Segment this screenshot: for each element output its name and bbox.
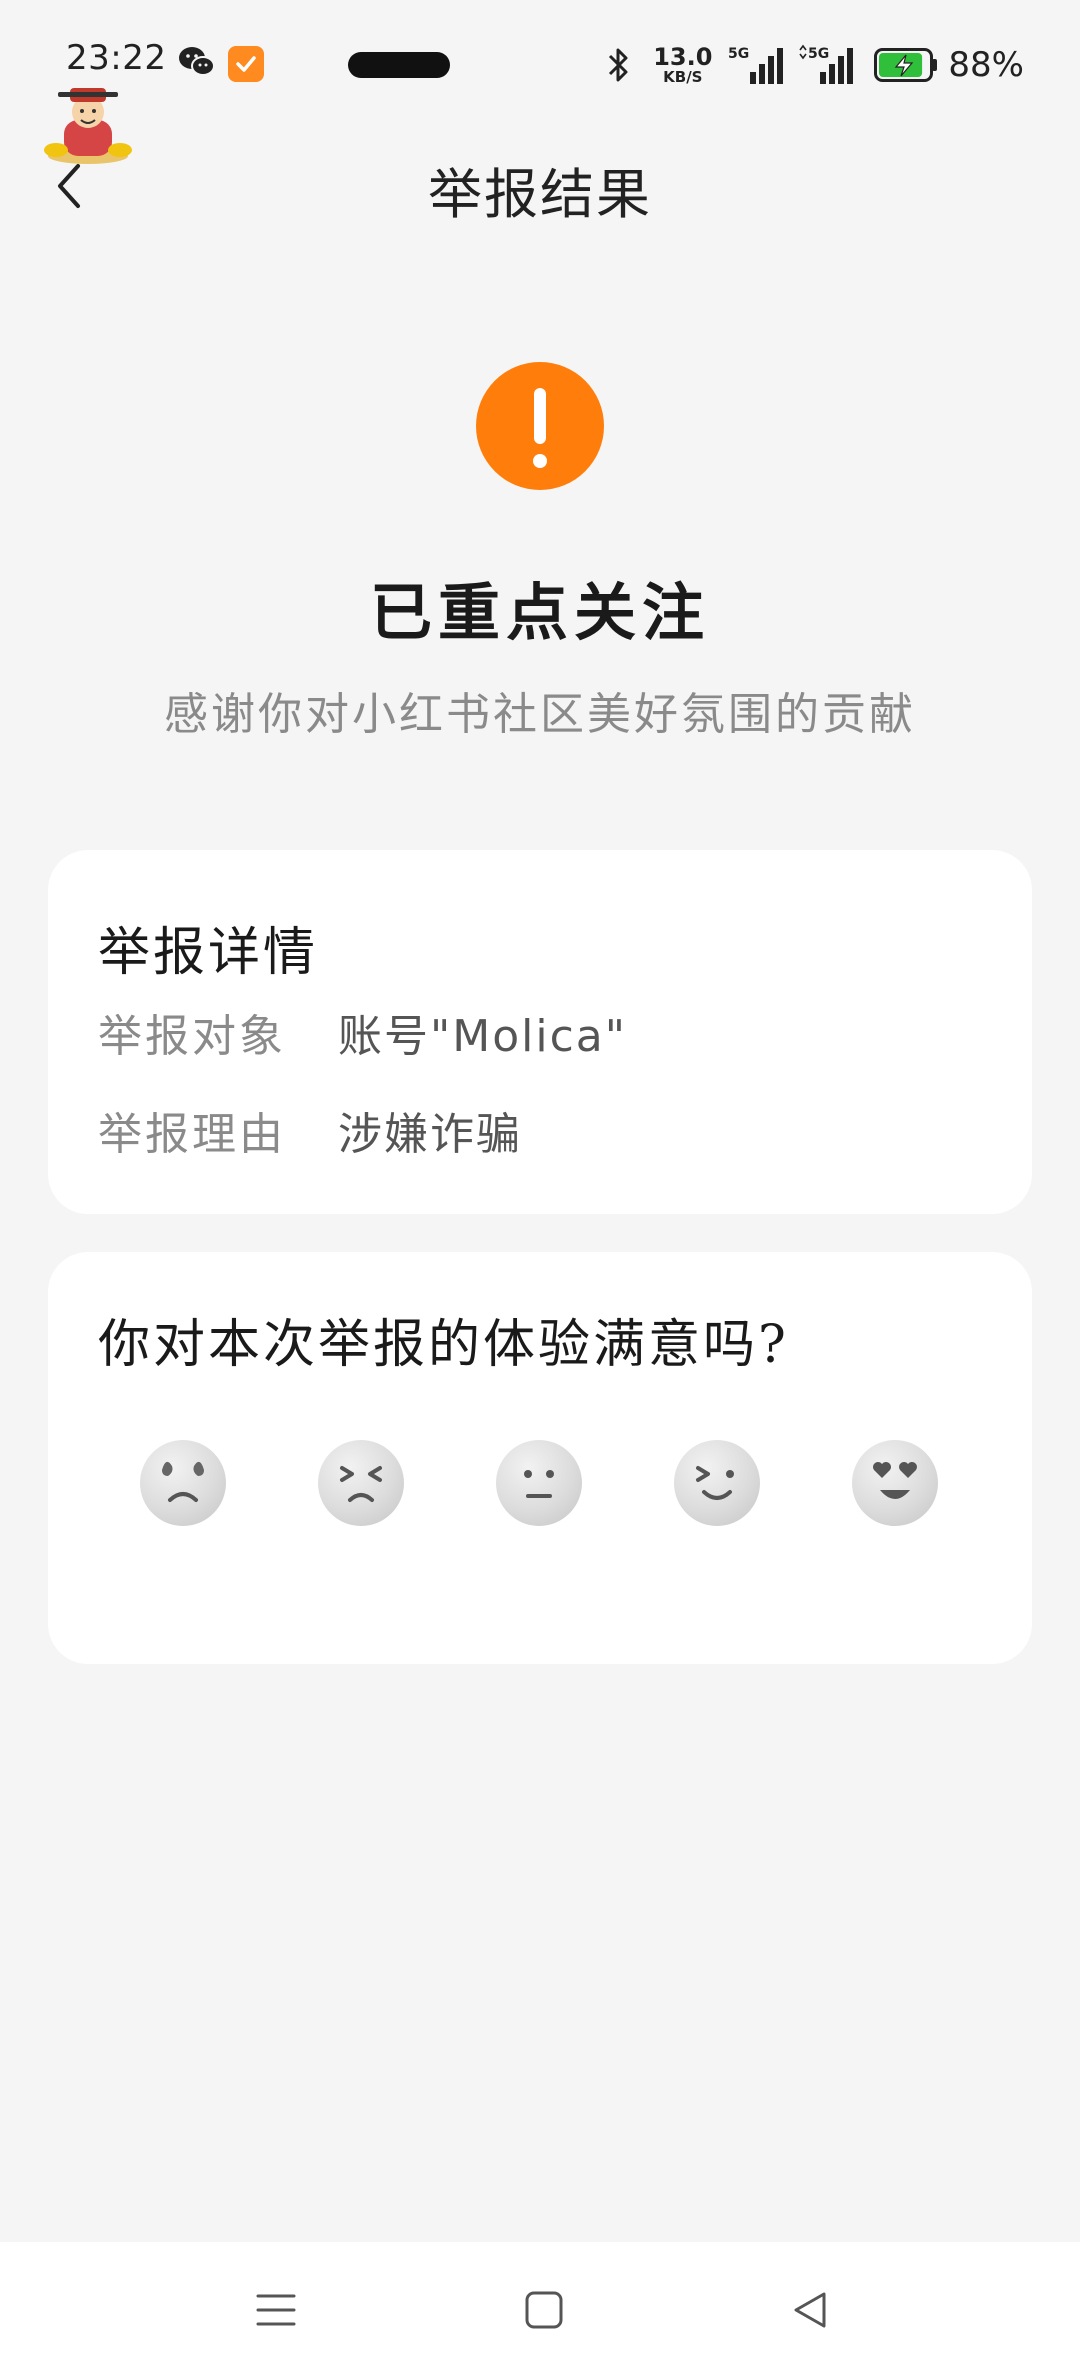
back-icon[interactable] xyxy=(780,2280,840,2340)
very-dissatisfied-emoji[interactable] xyxy=(140,1440,226,1526)
neutral-emoji[interactable] xyxy=(496,1440,582,1526)
network-speed: 13.0 KB/S xyxy=(653,43,713,86)
feedback-question: 你对本次举报的体验满意吗? xyxy=(98,1315,789,1375)
bluetooth-icon xyxy=(609,48,628,82)
very-satisfied-emoji[interactable] xyxy=(852,1440,938,1526)
signal-icon: 5G xyxy=(799,44,854,84)
feedback-card: 你对本次举报的体验满意吗? xyxy=(48,1252,1032,1664)
rating-row xyxy=(140,1440,940,1530)
exclamation-circle-icon xyxy=(476,362,604,490)
status-bar: 23:22 13.0 KB/S 5G 5G 88% xyxy=(0,0,1080,164)
detail-label: 举报理由 xyxy=(98,1109,286,1160)
dissatisfied-emoji[interactable] xyxy=(318,1440,404,1526)
camera-cutout xyxy=(348,52,450,78)
signal-1-label: 5G xyxy=(728,46,749,62)
app-notification-icon xyxy=(228,46,264,82)
satisfied-emoji[interactable] xyxy=(674,1440,760,1526)
detail-row-target: 举报对象 账号"Molica" xyxy=(98,1002,627,1062)
battery-percent: 88% xyxy=(948,45,1024,85)
signal-icon: 5G xyxy=(728,46,784,84)
result-title: 已重点关注 xyxy=(369,576,710,649)
detail-label: 举报对象 xyxy=(98,1011,286,1062)
battery-charging-icon xyxy=(874,48,938,82)
report-details-card: 举报详情 举报对象 账号"Molica" 举报理由 涉嫌诈骗 xyxy=(48,850,1032,1214)
detail-row-reason: 举报理由 涉嫌诈骗 xyxy=(98,1100,522,1160)
system-nav-bar xyxy=(0,2242,1080,2376)
result-subtitle: 感谢你对小红书社区美好氛围的贡献 xyxy=(164,689,916,740)
status-time: 23:22 xyxy=(66,38,167,78)
home-icon[interactable] xyxy=(514,2280,574,2340)
page-title: 举报结果 xyxy=(428,163,652,226)
menu-icon[interactable] xyxy=(246,2280,306,2340)
wechat-icon xyxy=(179,47,215,76)
detail-value: 账号"Molica" xyxy=(338,1011,627,1062)
status-icons: 13.0 KB/S 5G 5G 88% xyxy=(605,40,1024,90)
signal-2-label: 5G xyxy=(808,46,829,62)
detail-value: 涉嫌诈骗 xyxy=(338,1109,522,1160)
details-heading: 举报详情 xyxy=(98,923,319,983)
